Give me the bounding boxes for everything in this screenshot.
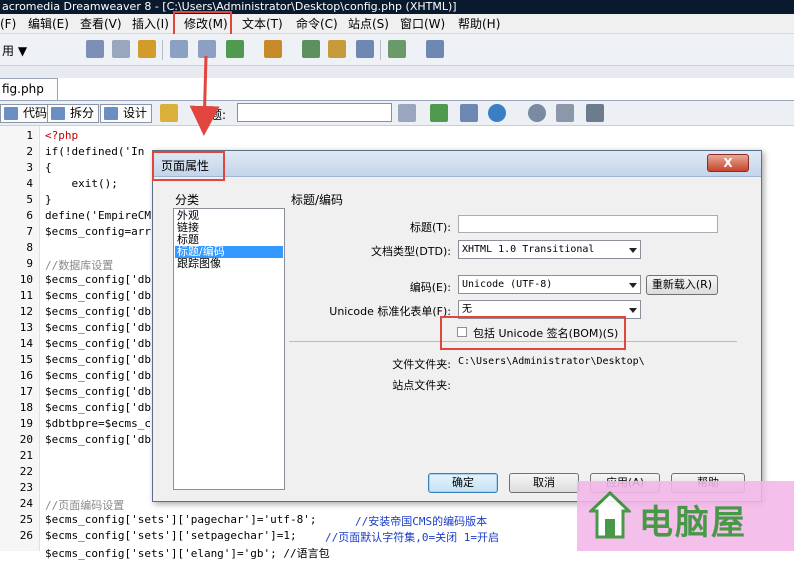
document-folder-value: C:\Users\Administrator\Desktop\ — [458, 356, 645, 367]
normalization-label: Unicode 标准化表单(F): — [329, 305, 451, 318]
site-folder-label: 站点文件夹: — [392, 379, 451, 392]
category-tracing-image[interactable]: 跟踪图像 — [175, 258, 283, 270]
annotation-arrow-down — [189, 55, 220, 136]
cancel-button[interactable]: 取消 — [509, 473, 579, 493]
document-folder-label: 文件文件夹: — [392, 358, 451, 371]
encoding-select[interactable]: Unicode (UTF-8) — [458, 275, 641, 294]
reload-button[interactable]: 重新载入(R) — [646, 275, 718, 295]
doctype-select[interactable]: XHTML 1.0 Transitional — [458, 240, 641, 259]
section-title: 标题/编码 — [291, 193, 344, 207]
annotation-box-bom — [440, 316, 626, 350]
dialog-close-button[interactable]: X — [707, 154, 749, 172]
category-list[interactable]: 外观 链接 标题 标题/编码 跟踪图像 — [173, 208, 285, 490]
chevron-down-icon — [629, 248, 637, 253]
category-label: 分类 — [175, 193, 200, 207]
title-field-label: 标题(T): — [409, 221, 451, 234]
annotation-box-dialog-title — [152, 151, 225, 181]
doctype-label: 文档类型(DTD): — [371, 245, 451, 258]
title-field-input[interactable] — [458, 215, 718, 233]
chevron-down-icon — [629, 283, 637, 288]
watermark-text: 电脑屋 — [639, 503, 747, 543]
ok-button[interactable]: 确定 — [428, 473, 498, 493]
watermark: 电脑屋 — [577, 481, 794, 551]
chevron-down-icon — [629, 308, 637, 313]
dialog-title-bar: 页面属性 X — [153, 151, 761, 177]
encoding-label: 编码(E): — [409, 281, 451, 294]
house-icon — [589, 491, 631, 539]
